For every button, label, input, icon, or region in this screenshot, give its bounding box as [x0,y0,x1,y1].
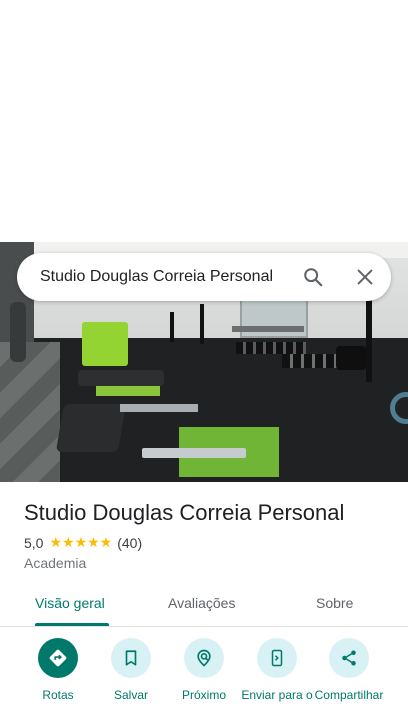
photo-bench [55,404,127,452]
photo-machine [82,322,128,366]
directions-label: Rotas [42,688,74,702]
photo-bench [78,370,164,386]
search-query[interactable]: Studio Douglas Correia Personal [40,268,273,286]
share-label: Compartilhar [314,688,384,702]
send-to-phone-icon [271,649,283,667]
nearby-label: Próximo [181,688,226,702]
place-category[interactable]: Academia [24,555,86,571]
review-count: (40) [117,534,143,551]
nearby-button[interactable]: Próximo [164,638,244,702]
share-icon [342,650,356,666]
photo-bench-rail [120,404,198,412]
photo-weight-plates [336,346,366,370]
place-tabs: Visão geral Avaliações Sobre [0,584,408,627]
photo-bench-leg [96,386,160,396]
action-buttons: Rotas Salvar Próximo Enviar para o Compa… [0,638,408,724]
send-to-phone-label: Enviar para o [241,688,313,702]
photo-rack [200,304,204,344]
nearby-icon [197,649,211,667]
share-button[interactable]: Compartilhar [309,638,389,702]
search-bar[interactable]: Studio Douglas Correia Personal [17,253,391,301]
photo-dumbbells [236,342,306,354]
photo-rack [366,292,372,382]
star-rating-icon: ★★★★★ [49,534,113,550]
bookmark-icon [125,650,137,666]
close-icon[interactable] [354,266,376,288]
directions-button[interactable]: Rotas [18,638,98,702]
photo-shelf [232,326,304,332]
photo-tile-floor [0,342,60,482]
active-tab-indicator [35,623,109,626]
directions-icon [49,649,67,667]
tab-overview[interactable]: Visão geral [35,595,105,611]
rating-value: 5,0 [24,534,44,551]
photo-bench [142,448,246,458]
rating-row[interactable]: 5,0 ★★★★★ (40) [24,534,142,551]
save-button[interactable]: Salvar [91,638,171,702]
send-to-phone-button[interactable]: Enviar para o [237,638,317,702]
map-blank-area [0,0,408,242]
photo-rack [170,312,174,342]
save-label: Salvar [113,688,148,702]
place-title: Studio Douglas Correia Personal [24,500,345,525]
photo-punching-bag [10,302,26,362]
tab-about[interactable]: Sobre [316,595,353,611]
tab-reviews[interactable]: Avaliações [168,595,235,611]
search-icon[interactable] [302,266,324,288]
